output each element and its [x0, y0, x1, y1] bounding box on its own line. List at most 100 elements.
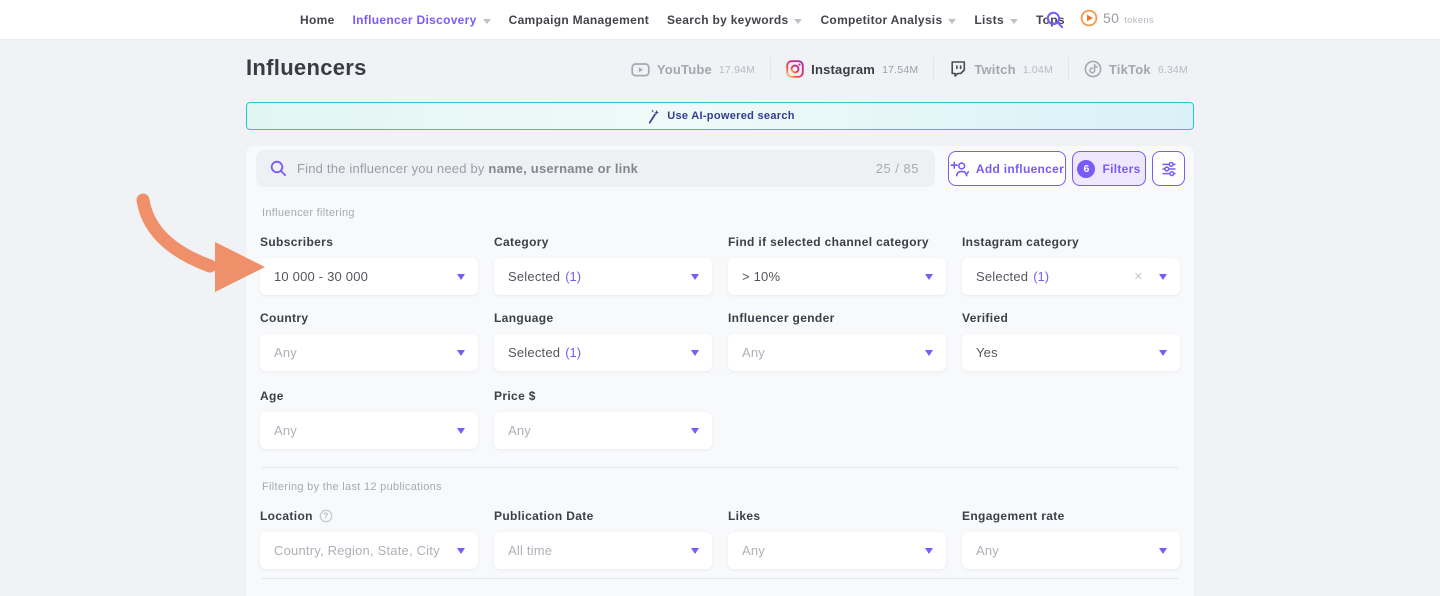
- search-placeholder: Find the influencer you need by name, us…: [297, 161, 638, 176]
- engagement-rate-select[interactable]: Any: [962, 532, 1180, 569]
- tab-twitch[interactable]: Twitch 1.04M: [934, 60, 1068, 78]
- field-instagram-category: Instagram category Selected (1) ✕: [962, 235, 1180, 295]
- field-label: Age: [260, 389, 478, 403]
- select-value: Any: [742, 543, 765, 558]
- field-label-text: Location: [260, 509, 313, 523]
- chevron-down-icon: [457, 548, 465, 554]
- tokens-unit: tokens: [1124, 15, 1154, 26]
- nav-label: Competitor Analysis: [820, 13, 942, 27]
- publication-date-select[interactable]: All time: [494, 532, 712, 569]
- verified-select[interactable]: Yes: [962, 334, 1180, 371]
- section-title-last-publications: Filtering by the last 12 publications: [262, 481, 442, 493]
- nav-item-competitor-analysis[interactable]: Competitor Analysis: [820, 13, 956, 27]
- nav-item-influencer-discovery[interactable]: Influencer Discovery: [353, 13, 491, 27]
- language-select[interactable]: Selected (1): [494, 334, 712, 371]
- sliders-icon: [1161, 161, 1177, 177]
- nav-item-campaign-management[interactable]: Campaign Management: [509, 13, 649, 27]
- divider: [262, 467, 1178, 468]
- field-subscribers: Subscribers 10 000 - 30 000: [260, 235, 478, 295]
- chevron-down-icon: [691, 548, 699, 554]
- field-channel-category-share: Find if selected channel category > 10%: [728, 235, 946, 295]
- select-value: Selected: [508, 269, 560, 284]
- field-price: Price $ Any: [494, 389, 712, 449]
- nav-item-lists[interactable]: Lists: [974, 13, 1018, 27]
- nav-label: Influencer Discovery: [353, 13, 477, 27]
- platform-name: YouTube: [657, 62, 712, 77]
- field-label: Find if selected channel category: [728, 235, 946, 249]
- platform-name: Twitch: [974, 62, 1015, 77]
- nav-label: Lists: [974, 13, 1004, 27]
- chevron-down-icon: [925, 548, 933, 554]
- add-user-icon: [950, 161, 969, 177]
- price-select[interactable]: Any: [494, 412, 712, 449]
- chevron-down-icon: [1159, 274, 1167, 280]
- tab-instagram[interactable]: Instagram 17.54M: [771, 60, 933, 78]
- field-label: Verified: [962, 311, 1180, 325]
- subscribers-select[interactable]: 10 000 - 30 000: [260, 258, 478, 295]
- instagram-icon: [786, 60, 804, 78]
- nav-label: Home: [300, 13, 335, 27]
- influencer-gender-select[interactable]: Any: [728, 334, 946, 371]
- platform-count: 6.34M: [1158, 64, 1188, 76]
- svg-text:?: ?: [323, 512, 328, 521]
- chevron-down-icon: [1159, 350, 1167, 356]
- chevron-down-icon: [1010, 19, 1018, 24]
- youtube-icon: [631, 60, 650, 79]
- likes-select[interactable]: Any: [728, 532, 946, 569]
- filter-settings-button[interactable]: [1152, 151, 1185, 186]
- field-label: Language: [494, 311, 712, 325]
- chevron-down-icon: [691, 274, 699, 280]
- age-select[interactable]: Any: [260, 412, 478, 449]
- page-title: Influencers: [246, 55, 367, 81]
- select-value: Any: [976, 543, 999, 558]
- location-select[interactable]: Country, Region, State, City: [260, 532, 478, 569]
- filters-button[interactable]: 6 Filters: [1072, 151, 1146, 186]
- field-label: Category: [494, 235, 712, 249]
- field-label: Location ?: [260, 509, 478, 523]
- tokens-balance[interactable]: 50 tokens: [1080, 9, 1154, 27]
- ai-search-banner[interactable]: Use AI-powered search: [246, 102, 1194, 130]
- tokens-count: 50: [1103, 10, 1119, 26]
- nav-item-search-by-keywords[interactable]: Search by keywords: [667, 13, 802, 27]
- search-counter: 25 / 85: [876, 161, 919, 176]
- select-value: Selected: [508, 345, 560, 360]
- select-value: Yes: [976, 345, 998, 360]
- instagram-category-select[interactable]: Selected (1) ✕: [962, 258, 1180, 295]
- tab-youtube[interactable]: YouTube 17.94M: [631, 60, 770, 79]
- chevron-down-icon: [691, 428, 699, 434]
- field-label: Engagement rate: [962, 509, 1180, 523]
- add-influencer-button[interactable]: Add influencer: [948, 151, 1066, 186]
- chevron-down-icon: [483, 19, 491, 24]
- channel-category-share-select[interactable]: > 10%: [728, 258, 946, 295]
- platform-name: TikTok: [1109, 62, 1151, 77]
- chevron-down-icon: [794, 19, 802, 24]
- search-icon: [270, 160, 287, 177]
- chevron-down-icon: [925, 274, 933, 280]
- field-influencer-gender: Influencer gender Any: [728, 311, 946, 371]
- chevron-down-icon: [1159, 548, 1167, 554]
- field-label: Influencer gender: [728, 311, 946, 325]
- clear-icon[interactable]: ✕: [1134, 270, 1143, 283]
- nav-item-home[interactable]: Home: [300, 13, 335, 27]
- field-label: Instagram category: [962, 235, 1180, 249]
- nav-label: Search by keywords: [667, 13, 788, 27]
- nav-label: Campaign Management: [509, 13, 649, 27]
- chevron-down-icon: [457, 428, 465, 434]
- country-select[interactable]: Any: [260, 334, 478, 371]
- platform-tabs: YouTube 17.94M Instagram 17.54M Twitch 1…: [631, 56, 1188, 82]
- search-input[interactable]: Find the influencer you need by name, us…: [256, 150, 935, 187]
- field-verified: Verified Yes: [962, 311, 1180, 371]
- field-category: Category Selected (1): [494, 235, 712, 295]
- platform-count: 17.54M: [882, 64, 918, 76]
- category-select[interactable]: Selected (1): [494, 258, 712, 295]
- chevron-down-icon: [457, 274, 465, 280]
- field-likes: Likes Any: [728, 509, 946, 569]
- field-publication-date: Publication Date All time: [494, 509, 712, 569]
- select-value: All time: [508, 543, 552, 558]
- add-influencer-label: Add influencer: [976, 162, 1064, 176]
- search-icon[interactable]: [1046, 11, 1064, 29]
- help-icon[interactable]: ?: [319, 509, 333, 523]
- screen: Home Influencer Discovery Campaign Manag…: [0, 0, 1440, 596]
- field-label: Publication Date: [494, 509, 712, 523]
- tab-tiktok[interactable]: TikTok 6.34M: [1069, 60, 1188, 78]
